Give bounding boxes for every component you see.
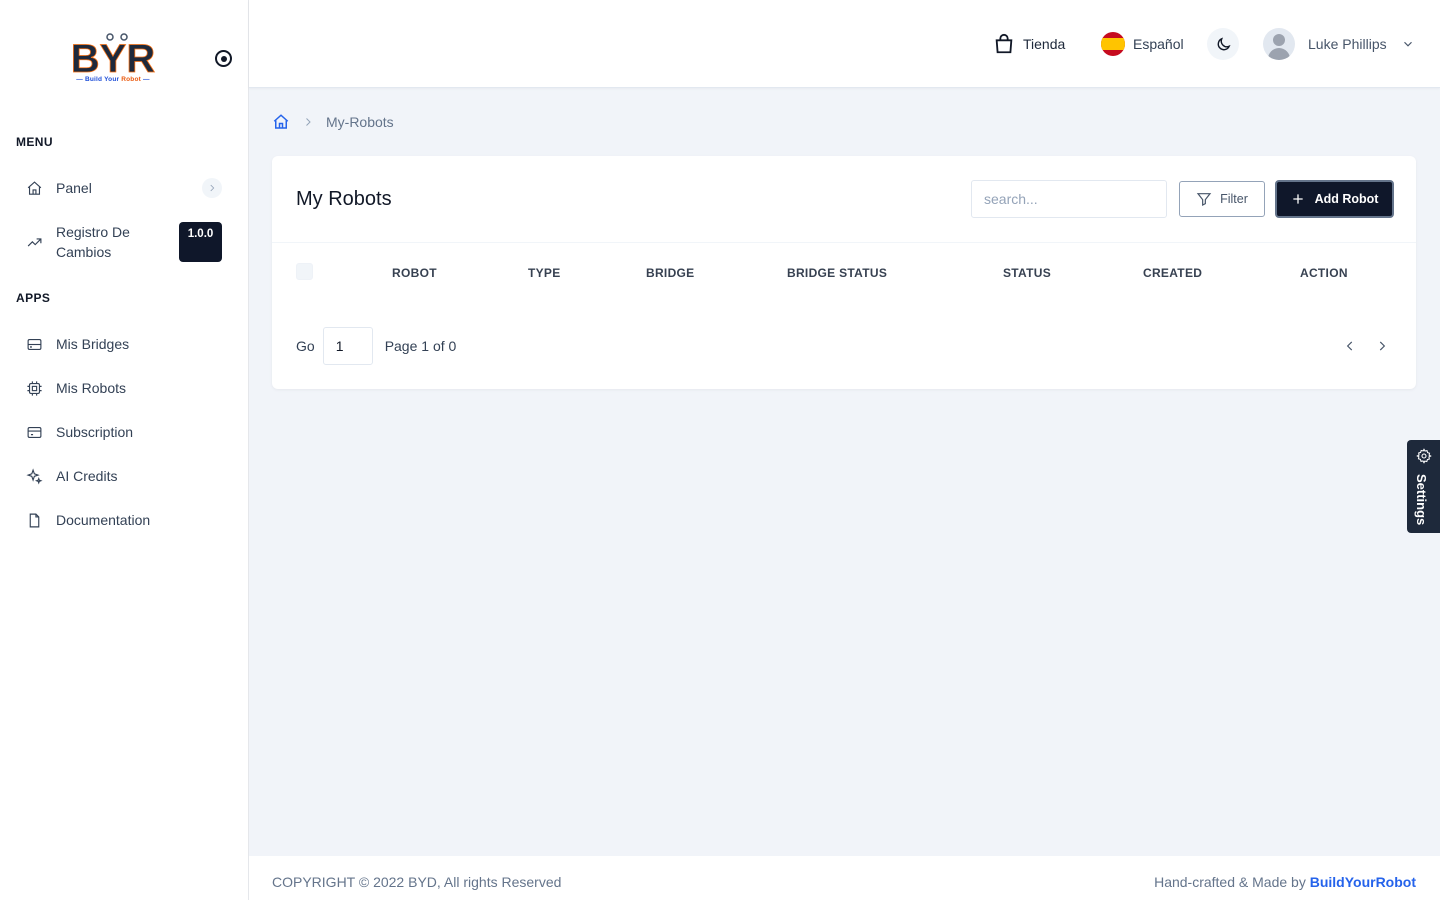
sidebar-item-label: Registro De Cambios [56,224,130,260]
select-all-checkbox[interactable] [296,263,313,280]
robots-card: My Robots Filter Add Robot ROBOT TYPE BR… [272,156,1416,389]
theme-toggle[interactable] [1207,0,1239,88]
language-label: Español [1133,36,1184,52]
add-robot-label: Add Robot [1314,192,1379,206]
logo[interactable]: BYR — Build Your Robot — [70,32,156,86]
column-header-bridge[interactable]: BRIDGE [646,266,694,280]
page-indicator: Page 1 of 0 [384,338,457,354]
logo-graphic: BYR [70,33,156,81]
moon-icon [1207,28,1239,60]
menu-section-title: MENU [16,135,53,149]
sidebar-item-robots[interactable]: Mis Robots [24,378,224,398]
column-header-created[interactable]: CREATED [1143,266,1202,280]
breadcrumb-current: My-Robots [326,114,394,130]
trending-up-icon [24,232,44,252]
spain-flag-icon [1101,32,1125,56]
sidebar-item-documentation[interactable]: Documentation [24,510,224,530]
logo-mark: BYR [71,37,156,78]
made-by-prefix: Hand-crafted & Made by [1154,874,1310,890]
search-input[interactable] [971,180,1167,218]
cpu-icon [24,378,44,398]
home-icon[interactable] [272,113,290,131]
go-label: Go [296,338,315,354]
sidebar-item-label: Panel [56,180,92,196]
version-badge: 1.0.0 [179,222,222,262]
sidebar-item-label: Mis Bridges [56,336,130,352]
sidebar-item-subscription[interactable]: Subscription [24,422,224,442]
footer: COPYRIGHT © 2022 BYD, All rights Reserve… [249,856,1440,900]
column-header-robot[interactable]: ROBOT [392,266,437,280]
credit-card-icon [24,422,44,442]
copyright-text: COPYRIGHT © 2022 BYD, All rights Reserve… [272,874,562,890]
chevron-left-icon [1346,341,1353,351]
language-selector[interactable]: Español [1101,0,1184,88]
sidebar-pin-toggle[interactable] [215,50,232,67]
sidebar-item-label: Mis Robots [56,380,127,396]
home-icon [24,178,44,198]
sidebar: BYR — Build Your Robot — MENU Panel Regi… [0,0,249,900]
column-header-status[interactable]: STATUS [1003,266,1051,280]
sidebar-item-bridges[interactable]: Mis Bridges [24,334,224,354]
previous-page-button[interactable] [1340,336,1360,356]
user-menu[interactable]: Luke Phillips [1263,0,1415,88]
page-title: My Robots [296,188,392,210]
shop-link[interactable]: Tienda [993,0,1065,88]
avatar [1263,28,1295,60]
chevron-right-icon[interactable] [202,178,222,198]
sidebar-item-label: Subscription [56,424,134,440]
filter-label: Filter [1220,192,1248,206]
column-header-bridge-status[interactable]: BRIDGE STATUS [787,266,887,280]
hard-drive-icon [24,334,44,354]
next-page-button[interactable] [1372,336,1392,356]
top-header: Tienda Español Luke Phillips [249,0,1440,88]
brand-link[interactable]: BuildYourRobot [1310,874,1416,890]
shopping-bag-icon [995,33,1013,54]
filter-button[interactable]: Filter [1179,181,1265,217]
pagination: Go Page 1 of 0 [296,327,456,365]
plus-icon [1292,194,1303,204]
sidebar-item-label: AI Credits [56,468,118,484]
file-icon [24,510,44,530]
chevron-right-icon [306,118,311,126]
breadcrumb: My-Robots [272,112,394,132]
filter-icon [1196,193,1212,206]
gear-icon [1416,448,1432,464]
chevron-down-icon [1403,41,1412,47]
settings-tab[interactable]: Settings [1407,440,1440,533]
sidebar-item-panel[interactable]: Panel [24,178,224,198]
add-robot-button[interactable]: Add Robot [1275,180,1394,218]
shop-label: Tienda [1023,36,1066,52]
logo-tagline: — Build Your Robot — [76,76,150,83]
logo-area: BYR — Build Your Robot — [0,0,248,118]
chevron-right-icon [1379,341,1386,351]
sparkles-icon [24,466,44,486]
page-number-input[interactable] [322,327,373,365]
sidebar-item-ai-credits[interactable]: AI Credits [24,466,224,486]
table-header: ROBOT TYPE BRIDGE BRIDGE STATUS STATUS C… [272,243,1416,301]
column-header-action[interactable]: ACTION [1300,266,1348,280]
made-by-text: Hand-crafted & Made by BuildYourRobot [1154,874,1416,890]
apps-section-title: APPS [16,291,51,305]
sidebar-item-label: Documentation [56,512,151,528]
settings-label: Settings [1414,474,1429,526]
user-name: Luke Phillips [1308,36,1387,52]
column-header-type[interactable]: TYPE [528,266,561,280]
